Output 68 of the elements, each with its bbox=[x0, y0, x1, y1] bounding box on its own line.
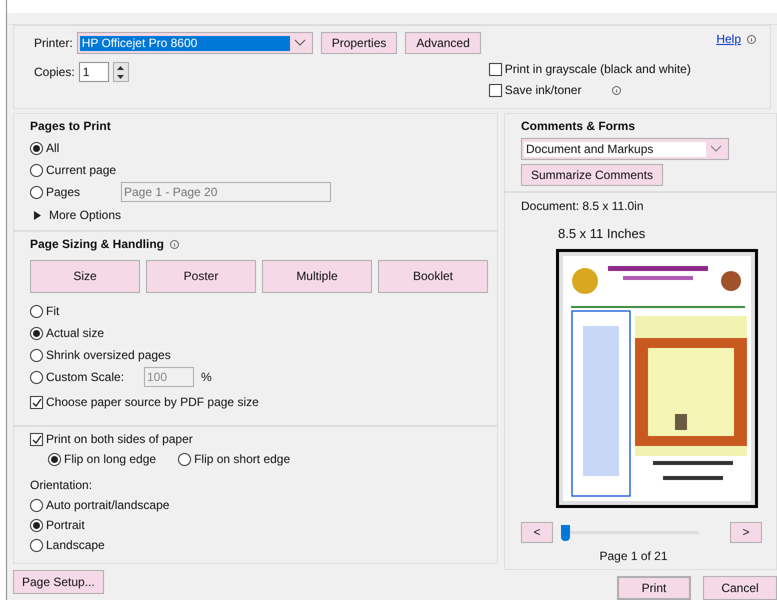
slider-thumb[interactable] bbox=[561, 524, 570, 540]
radio-button[interactable] bbox=[30, 142, 43, 154]
section-title: Pages to Print bbox=[30, 119, 112, 134]
radio-button[interactable] bbox=[30, 164, 43, 176]
orientation-label: Orientation: bbox=[30, 478, 94, 493]
button[interactable]: > bbox=[730, 522, 762, 543]
button[interactable]: Advanced bbox=[405, 32, 481, 54]
page-slider[interactable] bbox=[561, 524, 699, 542]
button[interactable]: Cancel bbox=[703, 576, 777, 600]
chevron-down-icon bbox=[710, 145, 722, 153]
button[interactable]: Multiple bbox=[262, 260, 372, 293]
button[interactable]: Print bbox=[617, 576, 691, 600]
option-label: Save ink/toner bbox=[504, 83, 582, 98]
option-label: Landscape bbox=[46, 538, 105, 553]
radio-button[interactable] bbox=[30, 519, 43, 532]
radio-button[interactable] bbox=[30, 304, 43, 318]
option-label: Print on both sides of paper bbox=[46, 432, 193, 447]
percent-label: % bbox=[201, 370, 212, 384]
option-label: Portrait bbox=[46, 518, 85, 533]
button[interactable]: Booklet bbox=[378, 260, 488, 293]
copies-field[interactable]: 1 bbox=[78, 62, 109, 82]
radio-button[interactable] bbox=[30, 370, 43, 384]
option-label: Flip on long edge bbox=[64, 452, 156, 467]
option-label: Print in grayscale (black and white) bbox=[504, 62, 691, 77]
checkbox[interactable] bbox=[30, 433, 43, 446]
option-label: Auto portrait/landscape bbox=[46, 498, 170, 513]
radio-button[interactable] bbox=[30, 348, 43, 362]
option-label: Flip on short edge bbox=[194, 452, 290, 467]
option-label: Choose paper source by PDF page size bbox=[46, 395, 259, 410]
option-label: Actual size bbox=[46, 326, 104, 340]
more-options-toggle[interactable]: More Options bbox=[34, 208, 122, 223]
option-label: Shrink oversized pages bbox=[46, 348, 171, 362]
option-label: Pages bbox=[46, 184, 82, 200]
button[interactable]: < bbox=[521, 522, 553, 543]
button[interactable]: Page Setup... bbox=[13, 570, 104, 594]
radio-button[interactable] bbox=[178, 453, 192, 466]
copies-spinner[interactable] bbox=[112, 62, 129, 82]
document-size: Document: 8.5 x 11.0in bbox=[521, 199, 645, 214]
radio-button[interactable] bbox=[30, 499, 43, 512]
info-icon bbox=[170, 240, 180, 249]
option-label: Fit bbox=[46, 304, 60, 318]
page-indicator: Page 1 of 21 bbox=[599, 549, 668, 564]
info-icon bbox=[747, 35, 756, 44]
radio-button[interactable] bbox=[30, 326, 43, 340]
help-link[interactable]: Help bbox=[716, 32, 741, 47]
button[interactable]: Poster bbox=[146, 260, 256, 293]
comments-dropdown[interactable]: Document and Markups bbox=[521, 138, 729, 160]
printer-label: Printer: bbox=[34, 36, 73, 50]
button[interactable]: Summarize Comments bbox=[521, 164, 664, 186]
option-label: Custom Scale: bbox=[46, 370, 126, 384]
pages-field[interactable]: Page 1 - Page 20 bbox=[121, 182, 331, 202]
checkbox[interactable] bbox=[488, 63, 502, 76]
section-title: Page Sizing & Handling bbox=[30, 237, 164, 252]
section-title: Comments & Forms bbox=[521, 119, 636, 134]
paper-size: 8.5 x 11 Inches bbox=[558, 226, 646, 241]
checkbox[interactable] bbox=[488, 84, 502, 97]
checkbox[interactable] bbox=[30, 396, 43, 409]
printer-dropdown[interactable]: HP Officejet Pro 8600 bbox=[76, 32, 313, 54]
copies-label: Copies: bbox=[34, 64, 75, 80]
radio-button[interactable] bbox=[48, 453, 61, 466]
button[interactable]: Size bbox=[30, 260, 140, 293]
chevron-down-icon bbox=[294, 39, 306, 47]
button[interactable]: Properties bbox=[320, 32, 398, 54]
radio-button[interactable] bbox=[30, 186, 43, 198]
option-label: Current page bbox=[46, 162, 118, 178]
radio-button[interactable] bbox=[30, 539, 43, 552]
info-icon bbox=[612, 86, 622, 95]
option-label: All bbox=[46, 140, 60, 156]
